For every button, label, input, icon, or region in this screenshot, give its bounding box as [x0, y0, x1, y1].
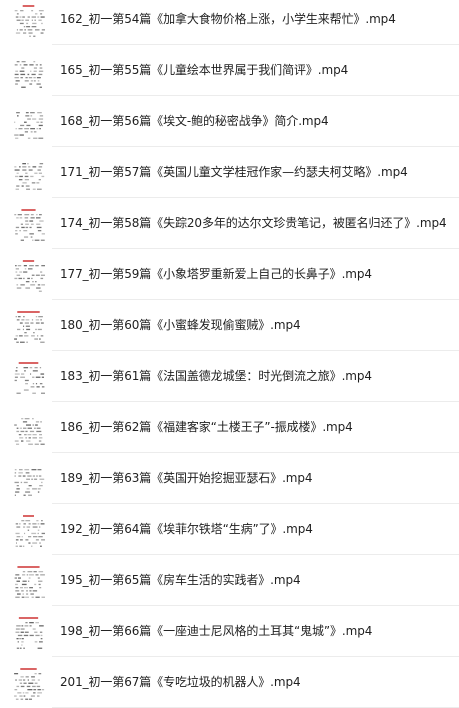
file-row[interactable]: 183_初一第61篇《法国盖德龙城堡：时光倒流之旅》.mp4: [0, 351, 459, 402]
file-name: 162_初一第54篇《加拿大食物价格上涨，小学生来帮忙》.mp4: [60, 12, 396, 26]
document-thumbnail-icon: [12, 665, 45, 701]
file-row[interactable]: 186_初一第62篇《福建客家“土楼王子”-振成楼》.mp4: [0, 402, 459, 453]
file-row[interactable]: 189_初一第63篇《英国开始挖掘亚瑟石》.mp4: [0, 453, 459, 504]
document-thumbnail-icon: [12, 308, 45, 344]
file-row[interactable]: 180_初一第60篇《小蜜蜂发现偷蜜贼》.mp4: [0, 300, 459, 351]
document-thumbnail-icon: [12, 2, 45, 38]
file-row[interactable]: 165_初一第55篇《儿童绘本世界属于我们简评》.mp4: [0, 45, 459, 96]
document-thumbnail-icon: [12, 257, 45, 293]
document-thumbnail-icon: [12, 359, 45, 395]
file-row[interactable]: 168_初一第56篇《埃文-鲍的秘密战争》简介.mp4: [0, 96, 459, 147]
file-row[interactable]: 198_初一第66篇《一座迪士尼风格的土耳其“鬼城”》.mp4: [0, 606, 459, 657]
document-thumbnail-icon: [12, 614, 45, 650]
document-thumbnail-icon: [12, 410, 45, 446]
file-name: 168_初一第56篇《埃文-鲍的秘密战争》简介.mp4: [60, 114, 329, 128]
document-thumbnail-icon: [12, 563, 45, 599]
document-thumbnail-icon: [12, 155, 45, 191]
file-row[interactable]: 195_初一第65篇《房车生活的实践者》.mp4: [0, 555, 459, 606]
file-name: 198_初一第66篇《一座迪士尼风格的土耳其“鬼城”》.mp4: [60, 624, 373, 638]
file-name: 195_初一第65篇《房车生活的实践者》.mp4: [60, 573, 301, 587]
document-thumbnail-icon: [12, 206, 45, 242]
file-name: 189_初一第63篇《英国开始挖掘亚瑟石》.mp4: [60, 471, 313, 485]
file-row[interactable]: 177_初一第59篇《小象塔罗重新爱上自己的长鼻子》.mp4: [0, 249, 459, 300]
document-thumbnail-icon: [12, 53, 45, 89]
document-thumbnail-icon: [12, 104, 45, 140]
file-row[interactable]: 171_初一第57篇《英国儿童文学桂冠作家—约瑟夫柯艾略》.mp4: [0, 147, 459, 198]
file-name: 180_初一第60篇《小蜜蜂发现偷蜜贼》.mp4: [60, 318, 301, 332]
file-row[interactable]: 162_初一第54篇《加拿大食物价格上涨，小学生来帮忙》.mp4: [0, 0, 459, 45]
file-list: 162_初一第54篇《加拿大食物价格上涨，小学生来帮忙》.mp4 165_初一第5…: [0, 0, 459, 708]
file-name: 186_初一第62篇《福建客家“土楼王子”-振成楼》.mp4: [60, 420, 353, 434]
file-row[interactable]: 192_初一第64篇《埃菲尔铁塔“生病”了》.mp4: [0, 504, 459, 555]
file-name: 201_初一第67篇《专吃垃圾的机器人》.mp4: [60, 675, 301, 689]
file-name: 183_初一第61篇《法国盖德龙城堡：时光倒流之旅》.mp4: [60, 369, 372, 383]
document-thumbnail-icon: [12, 461, 45, 497]
file-name: 177_初一第59篇《小象塔罗重新爱上自己的长鼻子》.mp4: [60, 267, 372, 281]
file-row[interactable]: 174_初一第58篇《失踪20多年的达尔文珍贵笔记，被匿名归还了》.mp4: [0, 198, 459, 249]
file-name: 174_初一第58篇《失踪20多年的达尔文珍贵笔记，被匿名归还了》.mp4: [60, 216, 447, 230]
document-thumbnail-icon: [12, 512, 45, 548]
file-name: 171_初一第57篇《英国儿童文学桂冠作家—约瑟夫柯艾略》.mp4: [60, 165, 408, 179]
file-name: 165_初一第55篇《儿童绘本世界属于我们简评》.mp4: [60, 63, 349, 77]
file-name: 192_初一第64篇《埃菲尔铁塔“生病”了》.mp4: [60, 522, 313, 536]
file-row[interactable]: 201_初一第67篇《专吃垃圾的机器人》.mp4: [0, 657, 459, 708]
